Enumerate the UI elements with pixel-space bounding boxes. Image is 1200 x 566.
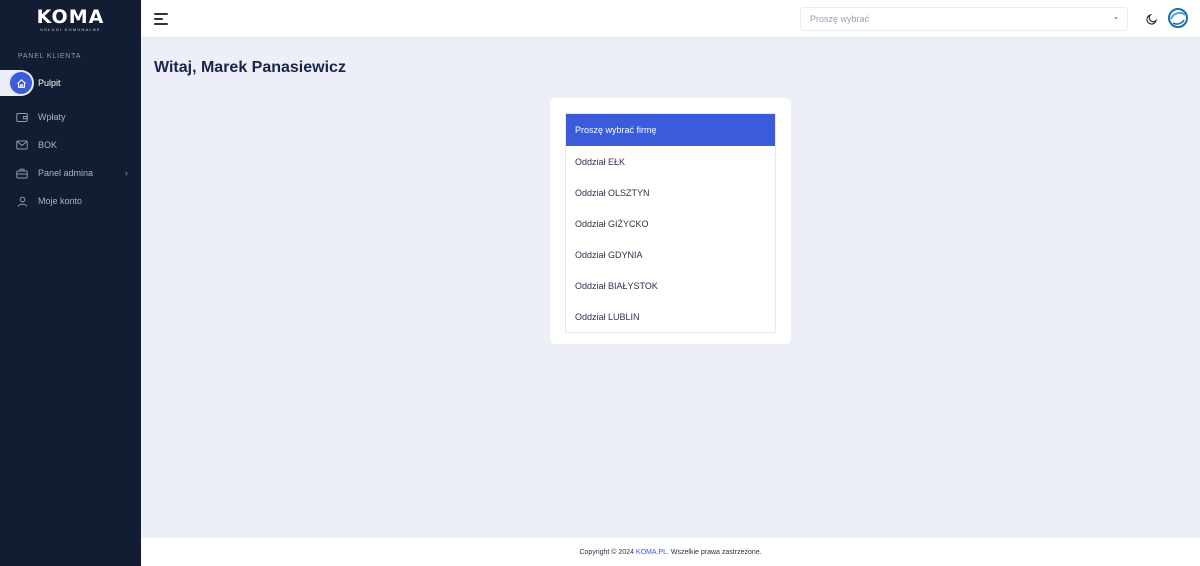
company-option-gdynia[interactable]: Oddział GDYNIA [566,239,775,270]
mail-icon [16,139,28,151]
company-list: Proszę wybrać firmę Oddział EŁK Oddział … [565,113,776,333]
sidebar-item-label: Moje konto [38,196,83,206]
home-icon [10,72,32,94]
logo[interactable]: KOMA USŁUGI KOMUNALNE [0,0,141,37]
footer-rights: . Wszelkie prawa zastrzeżone. [667,548,762,556]
moon-icon[interactable] [1145,12,1159,26]
sidebar: KOMA USŁUGI KOMUNALNE PANEL KLIENTA Pulp… [0,0,141,566]
app-root: KOMA USŁUGI KOMUNALNE PANEL KLIENTA Pulp… [0,0,1200,566]
sidebar-item-pulpit[interactable]: Pulpit [9,70,141,96]
logo-subtitle: USŁUGI KOMUNALNE [40,26,101,32]
footer-link[interactable]: KOMA.PL [636,549,667,556]
user-icon [16,195,28,207]
logo-text: KOMA [36,5,105,28]
hamburger-menu-icon[interactable] [154,12,168,26]
company-option-gizycko[interactable]: Oddział GIŻYCKO [566,208,775,239]
briefcase-icon [16,167,28,179]
company-option-olsztyn[interactable]: Oddział OLSZTYN [566,177,775,208]
user-avatar-icon[interactable] [1167,7,1189,29]
wallet-icon [16,111,28,123]
footer-copyright: Copyright © 2024 [579,548,634,556]
sidebar-section-label: PANEL KLIENTA [18,53,82,60]
company-option-lublin[interactable]: Oddział LUBLIN [566,301,775,332]
sidebar-item-label: Wpłaty [38,112,66,122]
page-title: Witaj, Marek Panasiewicz [154,59,346,76]
company-picker-card: Proszę wybrać firmę Oddział EŁK Oddział … [550,98,791,344]
chevron-right-icon: › [125,168,128,178]
chevron-down-icon [1114,17,1118,20]
company-select[interactable]: Proszę wybrać [800,7,1128,31]
sidebar-item-wplaty[interactable]: Wpłaty [0,105,141,129]
sidebar-item-label: Pulpit [38,78,61,88]
sidebar-item-panel-admina[interactable]: Panel admina › [0,161,141,185]
sidebar-item-label: Panel admina [38,168,94,178]
company-list-header[interactable]: Proszę wybrać firmę [566,114,775,146]
sidebar-item-label: BOK [38,140,58,150]
company-option-elk[interactable]: Oddział EŁK [566,146,775,177]
topbar: Proszę wybrać [141,0,1200,38]
footer: Copyright © 2024 KOMA.PL. Wszelkie prawa… [141,538,1200,566]
sidebar-item-bok[interactable]: BOK [0,133,141,157]
sidebar-item-moje-konto[interactable]: Moje konto [0,189,141,213]
company-select-placeholder: Proszę wybrać [810,14,870,24]
company-option-bialystok[interactable]: Oddział BIAŁYSTOK [566,270,775,301]
